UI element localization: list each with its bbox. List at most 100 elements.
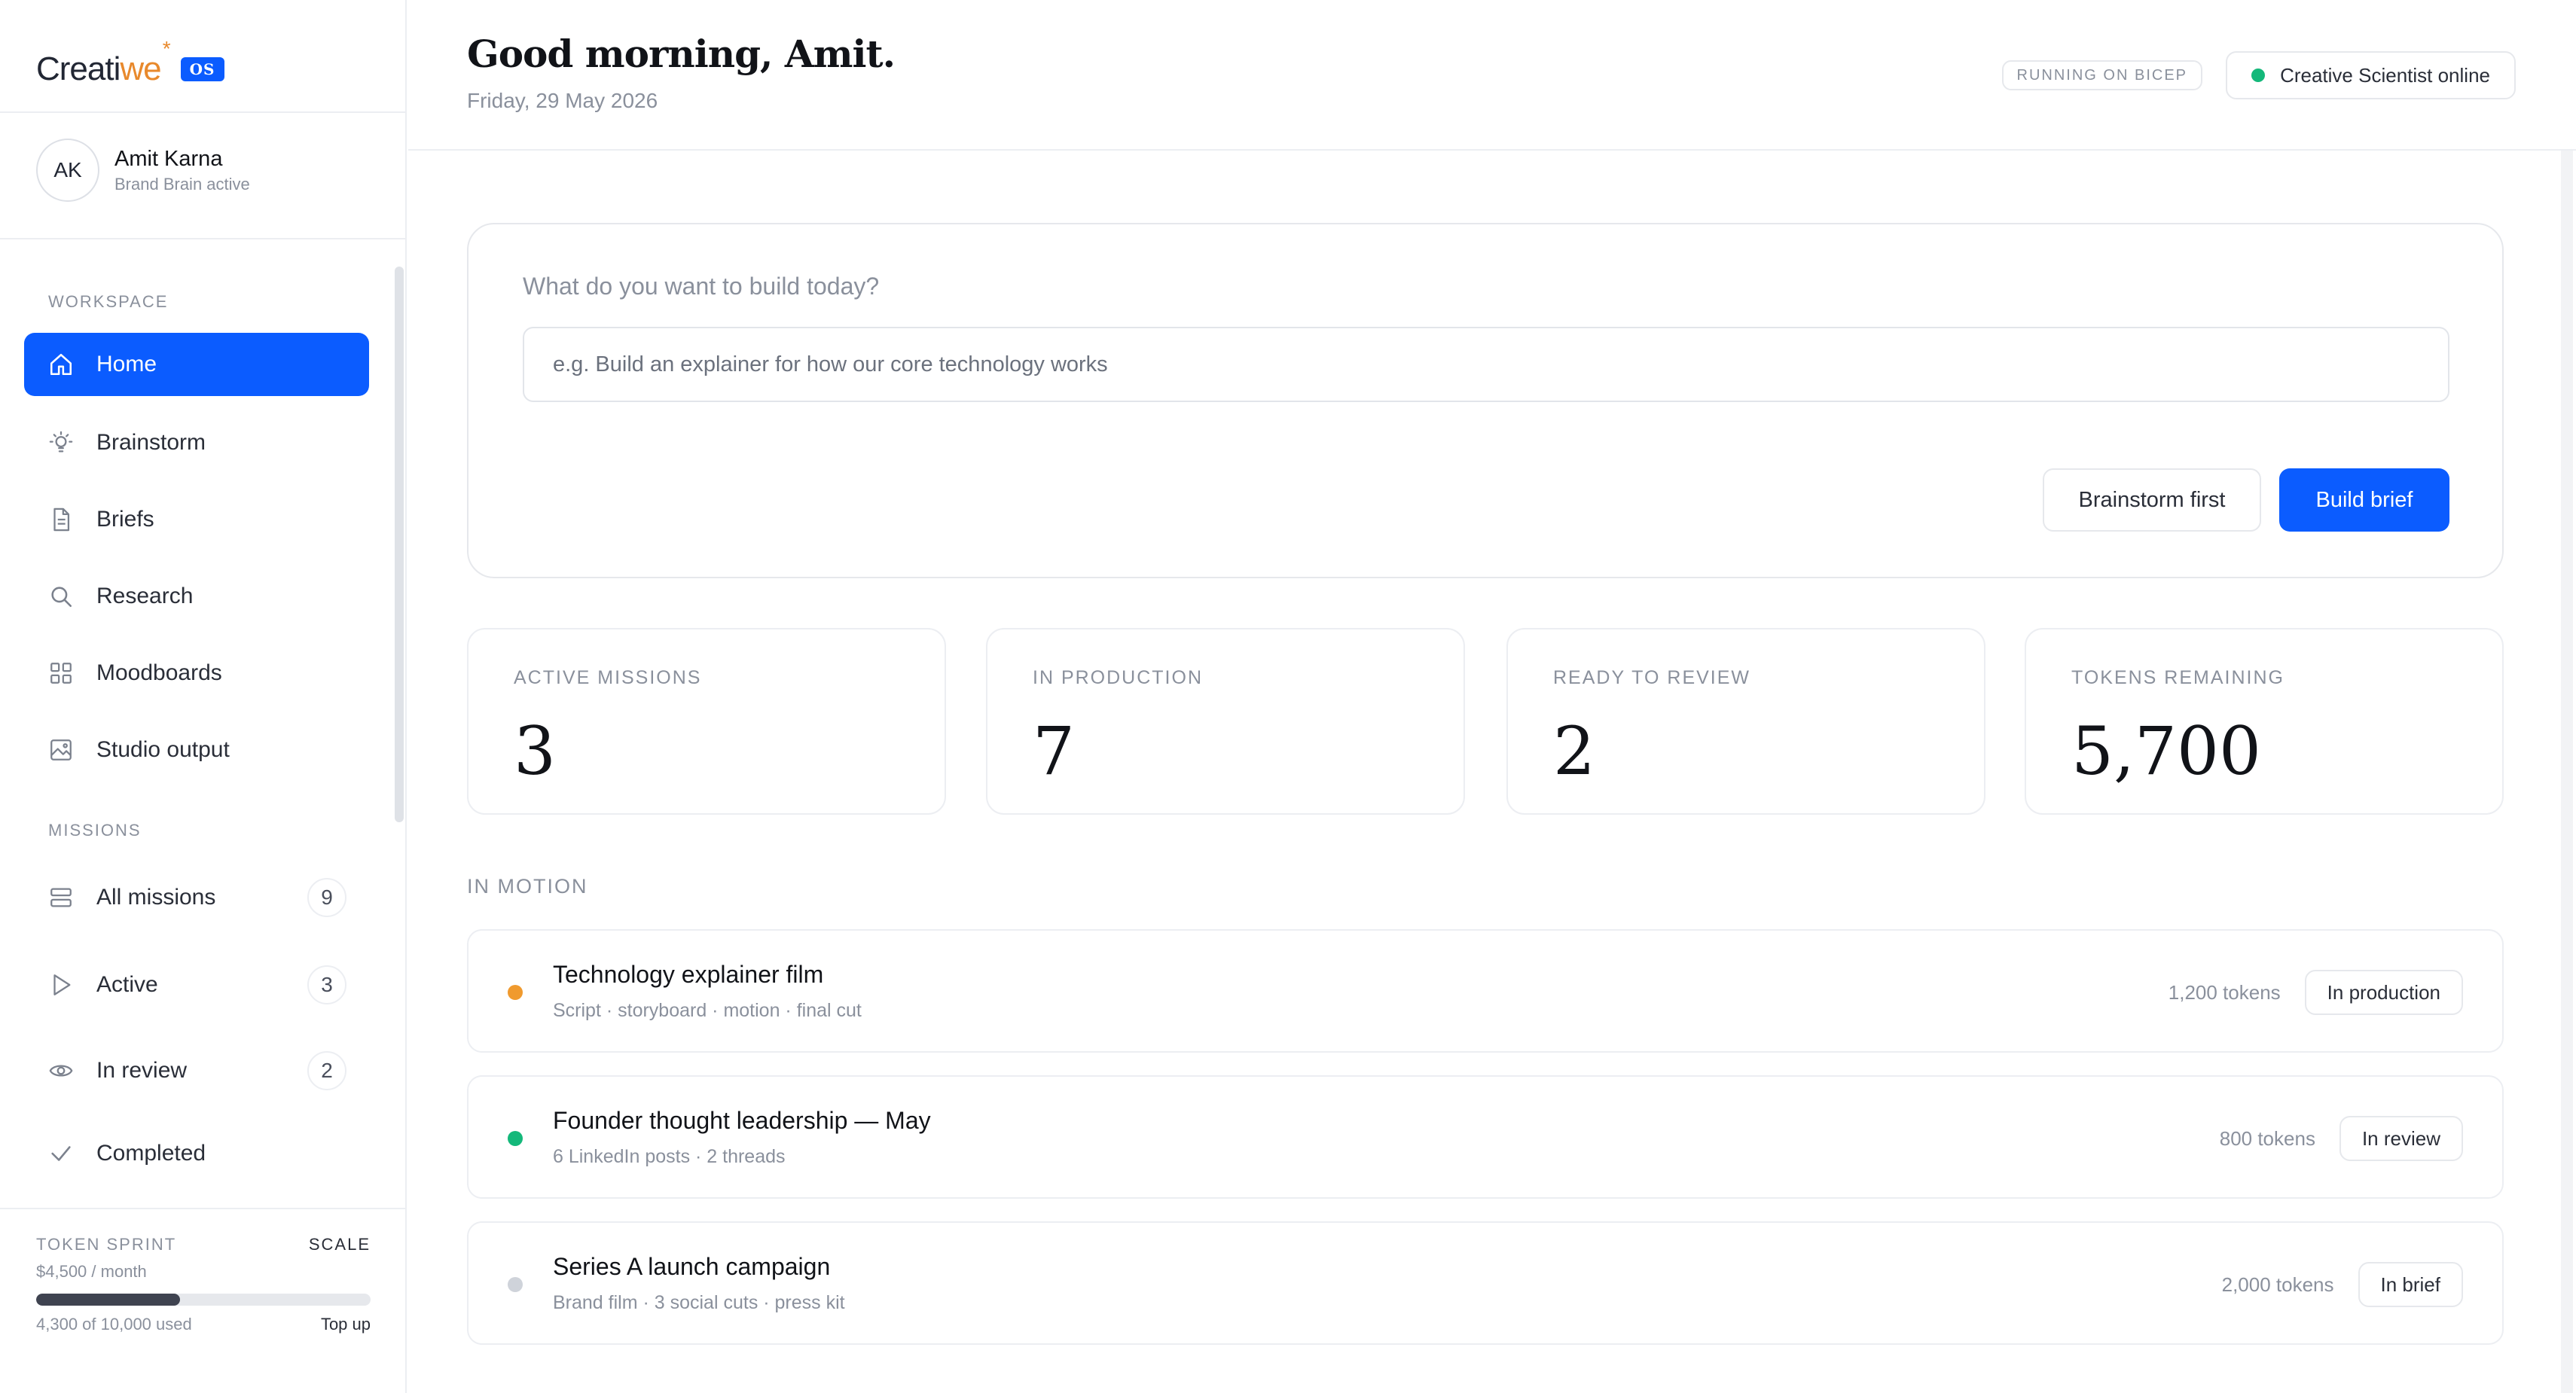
stat-label: READY TO REVIEW [1553,667,1751,688]
sidebar-scrollbar[interactable] [395,267,404,822]
sidebar-item-label: Moodboards [96,660,222,685]
sidebar-item-label: Research [96,584,194,608]
sidebar-item-label: Briefs [96,507,154,532]
sidebar-item-label: Brainstorm [96,430,206,455]
image-icon [48,737,74,763]
sidebar-item-label: In review [96,1058,188,1083]
divider [0,111,407,113]
mission-status-dot [508,985,523,1000]
stat-card-in-production[interactable]: IN PRODUCTION 7 [986,628,1465,815]
sidebar-item-all-missions[interactable]: All missions 9 [24,866,369,929]
prompt-question: What do you want to build today? [523,273,880,300]
sidebar-item-research[interactable]: Research [24,565,369,628]
token-usage-bar [36,1294,371,1306]
stat-value: 2 [1553,712,1595,790]
online-status-text: Creative Scientist online [2280,63,2490,87]
online-status-pill[interactable]: Creative Scientist online [2226,51,2516,99]
sidebar-item-label: All missions [96,885,216,910]
token-usage-fill [36,1294,180,1306]
stat-card-active-missions[interactable]: ACTIVE MISSIONS 3 [467,628,946,815]
user-name: Amit Karna [114,146,223,171]
status-badge: In review [2339,1116,2463,1161]
list-item[interactable]: Technology explainer film Script · story… [467,929,2504,1053]
search-icon [48,584,74,609]
lightbulb-icon [48,430,74,456]
eye-icon [48,1058,74,1084]
sidebar: Creatiwe * OS AK Amit Karna Brand Brain a… [0,0,407,1393]
sidebar-item-completed[interactable]: Completed [24,1122,369,1185]
home-icon [48,352,74,377]
status-badge: In production [2304,970,2463,1015]
mission-tokens: 800 tokens [2219,1126,2315,1150]
divider [0,238,407,239]
mission-subtitle: Brand film · 3 social cuts · press kit [553,1292,845,1313]
check-icon [48,1141,74,1166]
stat-card-ready-to-review[interactable]: READY TO REVIEW 2 [1506,628,1985,815]
mission-subtitle: Script · storyboard · motion · final cut [553,1000,862,1021]
mission-status-dot [508,1277,523,1292]
grid-icon [48,660,74,686]
page-header: Good morning, Amit. Friday, 29 May 2026 … [408,0,2576,151]
mission-title: Technology explainer film [553,961,824,988]
workspace-section-label: WORKSPACE [48,292,169,311]
avatar: AK [36,139,99,202]
main-scrollbar[interactable] [2561,151,2573,1393]
stat-value: 5,700 [2071,712,2261,790]
sprint-price: $4,500 / month [36,1262,147,1281]
mission-subtitle: 6 LinkedIn posts · 2 threads [553,1146,786,1167]
build-brief-button[interactable]: Build brief [2279,468,2449,532]
sidebar-item-moodboards[interactable]: Moodboards [24,642,369,705]
stat-value: 7 [1033,712,1075,790]
sidebar-item-studio-output[interactable]: Studio output [24,718,369,782]
count-badge: 9 [307,878,346,917]
top-up-link[interactable]: Top up [321,1315,371,1334]
stat-card-tokens-remaining[interactable]: TOKENS REMAINING 5,700 [2025,628,2504,815]
brand-logo[interactable]: Creatiwe * OS [36,37,224,92]
sidebar-item-briefs[interactable]: Briefs [24,488,369,551]
sidebar-item-label: Studio output [96,737,230,762]
sidebar-item-home[interactable]: Home [24,333,369,396]
sidebar-item-in-review[interactable]: In review 2 [24,1039,369,1102]
play-icon [48,972,74,998]
mission-tokens: 1,200 tokens [2168,980,2281,1004]
mission-status-dot [508,1131,523,1146]
count-badge: 3 [307,965,346,1004]
token-sprint-panel: TOKEN SPRINT SCALE $4,500 / month 4,300 … [36,1235,371,1334]
in-motion-section-label: IN MOTION [467,875,588,898]
user-profile[interactable]: AK Amit Karna Brand Brain active [36,139,250,202]
brainstorm-first-button[interactable]: Brainstorm first [2043,468,2261,532]
build-prompt-card: What do you want to build today? Brainst… [467,223,2504,578]
date-label: Friday, 29 May 2026 [467,89,658,112]
running-on-badge: RUNNING ON BICEP [2001,60,2202,90]
sidebar-item-label: Active [96,972,158,997]
stat-value: 3 [514,712,556,790]
os-badge: OS [180,57,224,81]
logo-wordmark: Creatiwe * [36,37,171,87]
sidebar-item-label: Home [96,352,157,376]
user-status: Brand Brain active [114,174,250,194]
build-prompt-input[interactable] [523,327,2449,402]
status-badge: In brief [2358,1262,2463,1307]
stack-icon [48,885,74,910]
document-icon [48,507,74,532]
mission-title: Founder thought leadership — May [553,1107,931,1134]
status-dot [2251,69,2266,82]
count-badge: 2 [307,1051,346,1090]
stat-label: IN PRODUCTION [1033,667,1203,688]
sidebar-item-label: Completed [96,1141,206,1166]
stat-label: ACTIVE MISSIONS [514,667,702,688]
stat-label: TOKENS REMAINING [2071,667,2285,688]
page-title: Good morning, Amit. [467,32,896,76]
asterisk-icon: * [162,37,171,60]
mission-tokens: 2,000 tokens [2221,1273,2334,1296]
tokens-used-text: 4,300 of 10,000 used [36,1315,192,1334]
sprint-plan: SCALE [308,1235,371,1254]
divider [0,1208,407,1209]
list-item[interactable]: Series A launch campaign Brand film · 3 … [467,1221,2504,1345]
sprint-label: TOKEN SPRINT [36,1235,177,1254]
mission-title: Series A launch campaign [553,1253,831,1280]
missions-section-label: MISSIONS [48,821,142,840]
sidebar-item-brainstorm[interactable]: Brainstorm [24,411,369,474]
sidebar-item-active[interactable]: Active 3 [24,953,369,1017]
list-item[interactable]: Founder thought leadership — May 6 Linke… [467,1075,2504,1199]
